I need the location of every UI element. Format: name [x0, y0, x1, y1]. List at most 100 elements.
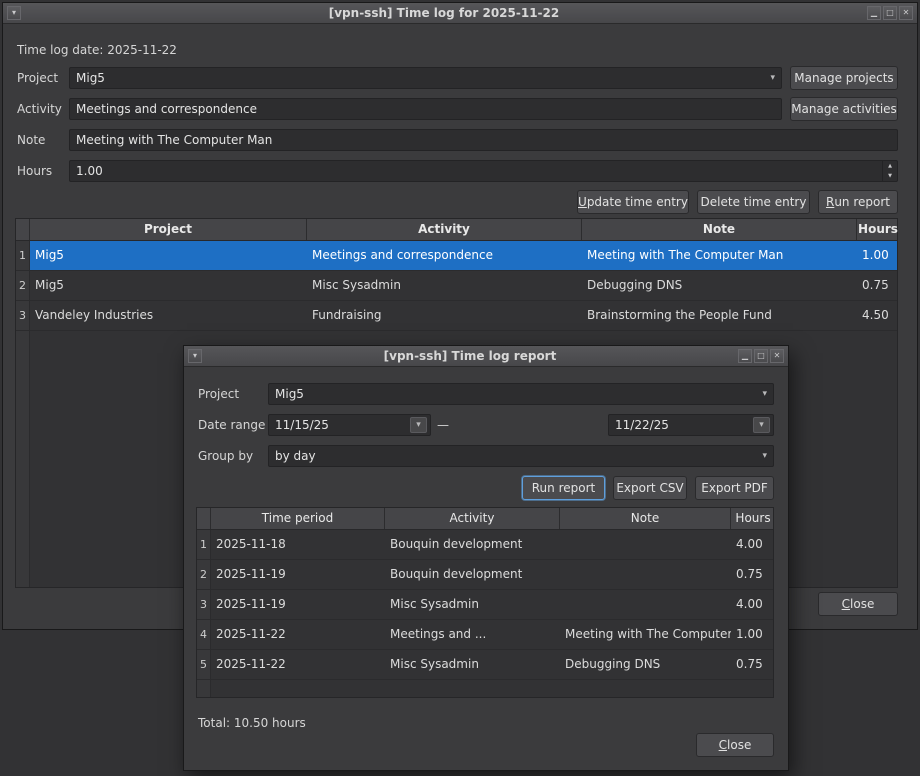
note-input[interactable]	[69, 129, 898, 151]
table-cell[interactable]: Bouquin development	[385, 530, 560, 559]
column-header-note[interactable]: Note	[560, 508, 731, 529]
table-row[interactable]: 52025-11-22Misc SysadminDebugging DNS0.7…	[197, 650, 773, 680]
table-row[interactable]: 22025-11-19Bouquin development 0.75	[197, 560, 773, 590]
row-number[interactable]: 1	[197, 530, 211, 559]
manage-projects-button[interactable]: Manage projects	[790, 66, 898, 90]
table-cell[interactable]	[560, 560, 731, 589]
table-cell[interactable]: 2025-11-22	[211, 650, 385, 679]
window-close-button[interactable]: ✕	[770, 349, 784, 363]
export-csv-button[interactable]: Export CSV	[613, 476, 687, 500]
group-by-select[interactable]: by day ▾	[268, 445, 774, 467]
activity-input[interactable]	[69, 98, 782, 120]
main-titlebar[interactable]: ▾ [vpn-ssh] Time log for 2025-11-22 ▁ □ …	[3, 3, 917, 24]
table-cell[interactable]: 4.00	[731, 530, 773, 559]
update-time-entry-button[interactable]: Update time entry	[577, 190, 689, 214]
date-range-separator: —	[437, 414, 449, 436]
main-close-button[interactable]: Close	[818, 592, 898, 616]
date-from-select[interactable]: 11/15/25 ▾	[268, 414, 431, 436]
hours-spinner[interactable]: ▲ ▼	[69, 160, 898, 182]
main-window-title: [vpn-ssh] Time log for 2025-11-22	[22, 6, 866, 20]
table-row[interactable]: 32025-11-19Misc Sysadmin 4.00	[197, 590, 773, 620]
row-number[interactable]: 3	[16, 301, 30, 330]
chevron-down-icon: ▾	[759, 390, 770, 399]
table-cell[interactable]: Meetings and correspondence	[307, 241, 582, 270]
table-cell[interactable]: 1.00	[857, 241, 897, 270]
manage-activities-button[interactable]: Manage activities	[790, 97, 898, 121]
delete-time-entry-button[interactable]: Delete time entry	[697, 190, 810, 214]
table-cell[interactable]: 0.75	[731, 650, 773, 679]
table-cell[interactable]: Brainstorming the People Fund	[582, 301, 857, 330]
table-cell[interactable]: Misc Sysadmin	[385, 590, 560, 619]
table-cell[interactable]: Meetings and ...	[385, 620, 560, 649]
spin-up-icon[interactable]: ▲	[883, 161, 897, 171]
table-row[interactable]: 12025-11-18Bouquin development 4.00	[197, 530, 773, 560]
spin-down-icon[interactable]: ▼	[883, 171, 897, 181]
table-cell[interactable]: Meeting with The Computer Man	[582, 241, 857, 270]
table-row[interactable]: 1Mig5Meetings and correspondenceMeeting …	[16, 241, 897, 271]
table-cell[interactable]	[560, 590, 731, 619]
maximize-button[interactable]: □	[883, 6, 897, 20]
dialog-close-button[interactable]: Close	[696, 733, 774, 757]
column-header-hours[interactable]: Hours	[857, 219, 899, 240]
minimize-button[interactable]: ▁	[738, 349, 752, 363]
table-cell[interactable]: 4.00	[731, 590, 773, 619]
report-project-select-value: Mig5	[275, 387, 759, 401]
export-pdf-button[interactable]: Export PDF	[695, 476, 774, 500]
row-number[interactable]: 4	[197, 620, 211, 649]
table-cell[interactable]: Mig5	[30, 241, 307, 270]
window-menu-button[interactable]: ▾	[188, 349, 202, 363]
row-number[interactable]: 3	[197, 590, 211, 619]
date-from-value: 11/15/25	[275, 418, 410, 432]
table-cell[interactable]: 0.75	[731, 560, 773, 589]
run-report-button[interactable]: Run report	[818, 190, 898, 214]
column-header-activity[interactable]: Activity	[307, 219, 582, 240]
column-header-activity[interactable]: Activity	[385, 508, 560, 529]
table-row[interactable]: 2Mig5Misc SysadminDebugging DNS0.75	[16, 271, 897, 301]
table-cell[interactable]: 4.50	[857, 301, 897, 330]
row-number[interactable]: 1	[16, 241, 30, 270]
table-cell[interactable]: 2025-11-19	[211, 590, 385, 619]
row-number[interactable]: 2	[197, 560, 211, 589]
hours-input[interactable]	[70, 161, 882, 181]
table-cell[interactable]	[560, 530, 731, 559]
table-cell[interactable]: Bouquin development	[385, 560, 560, 589]
table-cell[interactable]: Mig5	[30, 271, 307, 300]
chevron-down-icon: ▾	[753, 417, 770, 433]
table-cell[interactable]: Misc Sysadmin	[385, 650, 560, 679]
project-label: Project	[17, 67, 58, 89]
table-cell[interactable]: 0.75	[857, 271, 897, 300]
column-header-time-period[interactable]: Time period	[211, 508, 385, 529]
table-cell[interactable]: 1.00	[731, 620, 773, 649]
date-to-select[interactable]: 11/22/25 ▾	[608, 414, 774, 436]
maximize-button[interactable]: □	[754, 349, 768, 363]
table-row[interactable]: 3Vandeley IndustriesFundraisingBrainstor…	[16, 301, 897, 331]
hours-label: Hours	[17, 160, 52, 182]
row-number[interactable]: 5	[197, 650, 211, 679]
table-cell[interactable]: 2025-11-18	[211, 530, 385, 559]
table-cell[interactable]: Debugging DNS	[560, 650, 731, 679]
chevron-down-icon: ▾	[759, 452, 770, 461]
table-cell[interactable]: Misc Sysadmin	[307, 271, 582, 300]
column-header-hours[interactable]: Hours	[731, 508, 775, 529]
project-select[interactable]: Mig5 ▾	[69, 67, 782, 89]
dialog-run-report-button[interactable]: Run report	[522, 476, 605, 500]
time-entries-table-header: Project Activity Note Hours	[16, 219, 897, 241]
maximize-icon: □	[757, 352, 765, 360]
table-cell[interactable]: Vandeley Industries	[30, 301, 307, 330]
report-dialog-titlebar[interactable]: ▾ [vpn-ssh] Time log report ▁ □ ✕	[184, 346, 788, 367]
window-menu-button[interactable]: ▾	[7, 6, 21, 20]
minimize-button[interactable]: ▁	[867, 6, 881, 20]
table-cell[interactable]: Meeting with The Computer...	[560, 620, 731, 649]
table-row[interactable]: 42025-11-22Meetings and ...Meeting with …	[197, 620, 773, 650]
column-header-project[interactable]: Project	[30, 219, 307, 240]
table-cell[interactable]: 2025-11-19	[211, 560, 385, 589]
table-cell[interactable]: Fundraising	[307, 301, 582, 330]
table-cell[interactable]: Debugging DNS	[582, 271, 857, 300]
table-cell[interactable]: 2025-11-22	[211, 620, 385, 649]
window-close-button[interactable]: ✕	[899, 6, 913, 20]
group-by-value: by day	[275, 449, 759, 463]
activity-label: Activity	[17, 98, 62, 120]
report-project-select[interactable]: Mig5 ▾	[268, 383, 774, 405]
column-header-note[interactable]: Note	[582, 219, 857, 240]
row-number[interactable]: 2	[16, 271, 30, 300]
